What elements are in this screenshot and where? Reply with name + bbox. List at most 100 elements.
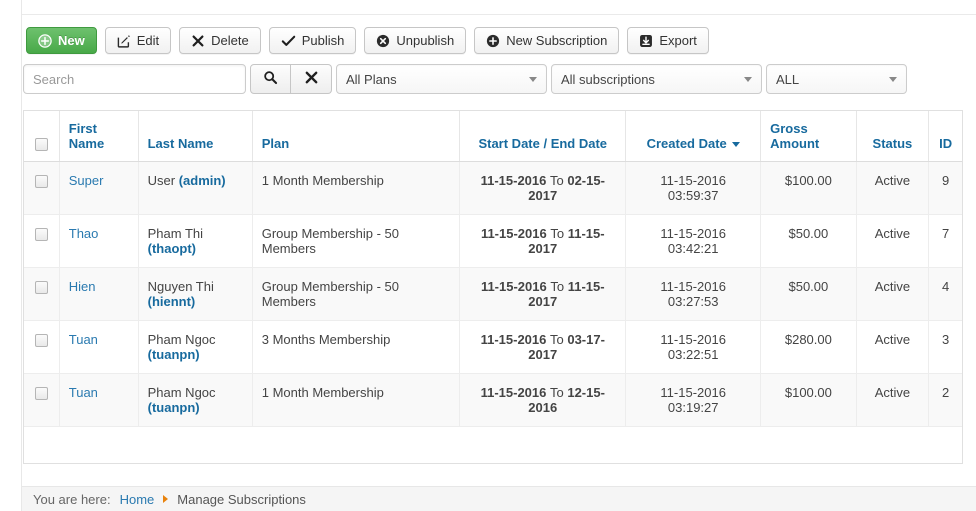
chevron-down-icon (889, 77, 897, 82)
table-header-row: First Name Last Name Plan Start Date / E… (24, 111, 962, 162)
username-text: (thaopt) (147, 241, 196, 256)
chevron-right-icon (163, 495, 169, 503)
export-button-label: Export (659, 33, 697, 48)
top-divider (22, 14, 976, 15)
pencil-square-icon (117, 34, 131, 48)
created-time-text: 03:59:37 (667, 188, 719, 203)
status-filter-select[interactable]: ALL (766, 64, 907, 94)
chevron-down-icon (529, 77, 537, 82)
column-header-created-date[interactable]: Created Date (625, 111, 762, 162)
column-header-status[interactable]: Status (856, 111, 930, 162)
username-text: (tuanpn) (147, 347, 200, 362)
cell-gross-amount: $280.00 (760, 320, 857, 374)
table-footer-spacer (24, 426, 962, 463)
cell-start-end-date: 11-15-2016 To 11-15-2017 (459, 267, 627, 321)
cell-created-date: 11-15-2016 03:59:37 (625, 161, 762, 215)
search-button[interactable] (250, 64, 291, 94)
edit-button[interactable]: Edit (104, 27, 172, 54)
cell-last-name: Pham Ngoc (tuanpn) (138, 320, 253, 374)
last-name-text: Pham Thi (147, 226, 204, 241)
sort-desc-icon (731, 142, 740, 148)
new-subscription-button[interactable]: New Subscription (474, 27, 620, 54)
column-header-gross-amount[interactable]: Gross Amount (760, 111, 857, 162)
x-mark-icon (304, 70, 319, 88)
row-checkbox[interactable] (34, 228, 48, 242)
cell-first-name: Thao (59, 214, 139, 268)
row-checkbox[interactable] (34, 281, 48, 295)
row-select-cell (24, 214, 60, 268)
new-button-label: New (58, 33, 85, 48)
column-header-first-name[interactable]: First Name (59, 111, 139, 162)
subscription-filter-select[interactable]: All subscriptions (551, 64, 762, 94)
first-name-link[interactable]: Tuan (69, 385, 98, 400)
status-filter-value: ALL (776, 71, 800, 87)
column-header-start-end[interactable]: Start Date / End Date (459, 111, 627, 162)
cell-first-name: Tuan (59, 320, 139, 374)
unpublish-button[interactable]: Unpublish (364, 27, 467, 54)
date-join-text: To (549, 385, 564, 400)
last-name-text: Pham Ngoc (147, 332, 216, 347)
created-time-text: 03:19:27 (667, 400, 719, 415)
date-join-text: To (550, 279, 565, 294)
new-subscription-button-label: New Subscription (506, 33, 608, 48)
row-select-cell (24, 161, 60, 215)
cell-gross-amount: $100.00 (760, 161, 857, 215)
last-name-text: User (147, 173, 176, 188)
row-select-cell (24, 267, 60, 321)
cell-status: Active (856, 373, 930, 427)
clear-search-button[interactable] (291, 64, 332, 94)
last-name-text: Pham Ngoc (147, 385, 216, 400)
plan-filter-select[interactable]: All Plans (336, 64, 547, 94)
first-name-link[interactable]: Super (69, 173, 104, 188)
row-checkbox[interactable] (34, 334, 48, 348)
table-row: Thao Pham Thi (thaopt) Group Membership … (24, 214, 962, 268)
plus-circle-icon (38, 33, 52, 48)
publish-button[interactable]: Publish (268, 27, 357, 54)
breadcrumb-home-link[interactable]: Home (120, 492, 155, 507)
first-name-link[interactable]: Tuan (69, 332, 98, 347)
column-header-id[interactable]: ID (928, 111, 962, 162)
cell-start-end-date: 11-15-2016 To 02-15-2017 (459, 161, 627, 215)
date-join-text: To (549, 332, 564, 347)
row-checkbox[interactable] (34, 175, 48, 189)
cell-status: Active (856, 320, 930, 374)
created-time-text: 03:42:21 (667, 241, 719, 256)
row-checkbox[interactable] (34, 387, 48, 401)
created-date-text: 11-15-2016 (660, 226, 726, 241)
cell-plan: Group Membership - 50 Members (252, 214, 461, 268)
export-button[interactable]: Export (627, 27, 709, 54)
cell-first-name: Hien (59, 267, 139, 321)
first-name-link[interactable]: Hien (69, 279, 96, 294)
new-button[interactable]: New (26, 27, 97, 54)
cell-start-end-date: 11-15-2016 To 03-17-2017 (459, 320, 627, 374)
column-header-created-date-label: Created Date (646, 136, 727, 151)
table-head: First Name Last Name Plan Start Date / E… (24, 111, 962, 162)
cell-id: 4 (928, 267, 962, 321)
row-select-cell (24, 373, 60, 427)
download-box-icon (639, 34, 653, 48)
start-date-text: 11-15-2016 (480, 332, 547, 347)
cell-start-end-date: 11-15-2016 To 11-15-2017 (459, 214, 627, 268)
created-date-text: 11-15-2016 (660, 173, 726, 188)
column-header-plan[interactable]: Plan (252, 111, 461, 162)
cell-created-date: 11-15-2016 03:27:53 (625, 267, 762, 321)
column-header-last-name[interactable]: Last Name (138, 111, 253, 162)
first-name-link[interactable]: Thao (69, 226, 99, 241)
breadcrumb-current: Manage Subscriptions (177, 491, 306, 507)
edit-button-label: Edit (136, 33, 160, 48)
created-time-text: 03:27:53 (667, 294, 719, 309)
select-all-checkbox[interactable] (34, 138, 48, 151)
cell-last-name: User (admin) (138, 161, 253, 215)
search-button-group (250, 64, 332, 94)
select-all-header (24, 111, 60, 162)
cell-status: Active (856, 161, 930, 215)
publish-button-label: Publish (301, 33, 345, 48)
cell-first-name: Super (59, 161, 139, 215)
table-row: Hien Nguyen Thi (hiennt) Group Membershi… (24, 267, 962, 321)
delete-button[interactable]: Delete (179, 27, 261, 54)
subscription-filter-value: All subscriptions (561, 71, 655, 87)
search-input[interactable] (23, 64, 246, 94)
start-date-text: 11-15-2016 (480, 279, 547, 294)
breadcrumb: You are here: Home Manage Subscriptions (22, 486, 976, 511)
created-date-text: 11-15-2016 (660, 385, 726, 400)
